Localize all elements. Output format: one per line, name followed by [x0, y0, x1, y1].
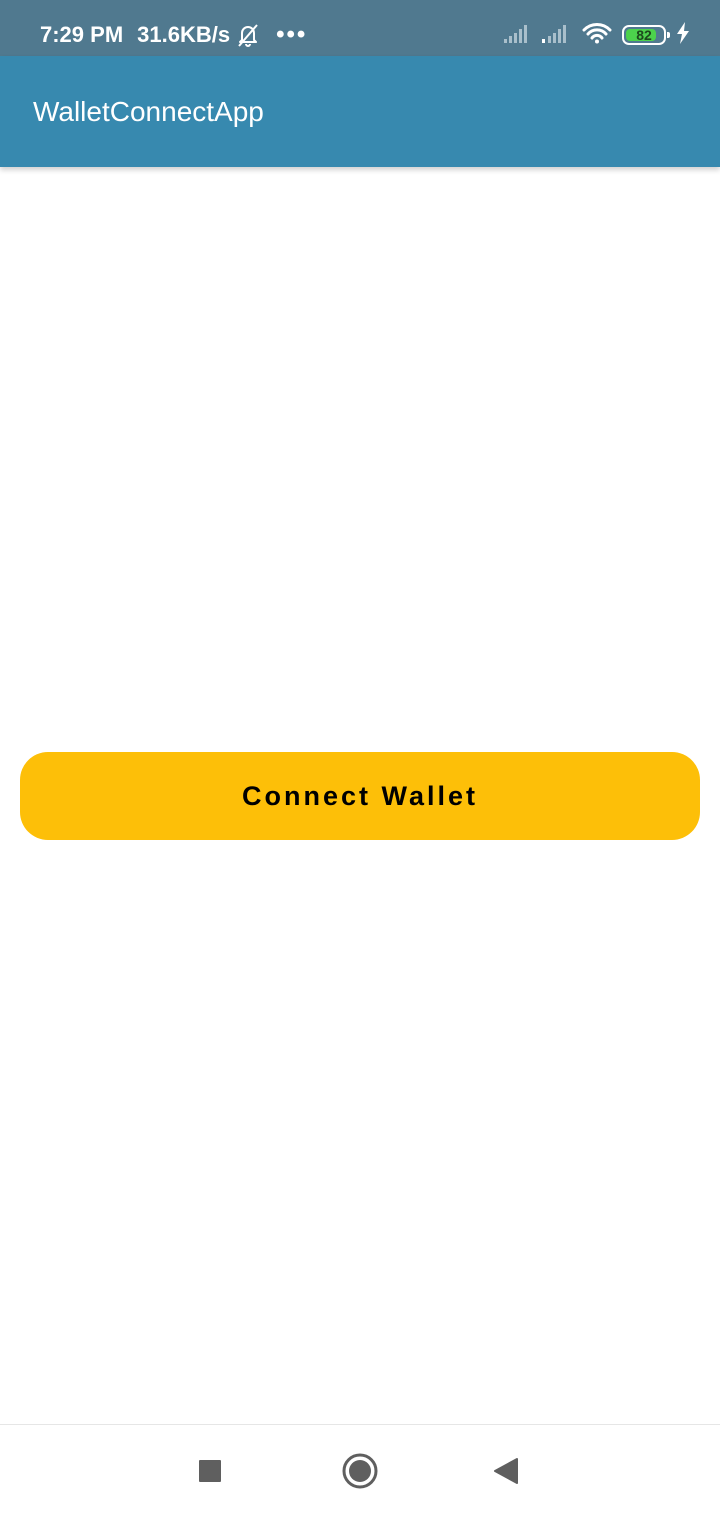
- navigation-bar: [0, 1424, 720, 1520]
- battery-level: 82: [636, 27, 652, 43]
- recents-icon: [198, 1459, 222, 1488]
- more-notifications-icon: •••: [276, 21, 308, 48]
- signal-icon: [504, 23, 532, 48]
- home-button[interactable]: [320, 1425, 400, 1520]
- app-bar: WalletConnectApp: [0, 56, 720, 167]
- charging-icon: [676, 21, 690, 49]
- home-icon: [341, 1452, 379, 1495]
- bell-off-icon: [236, 22, 260, 48]
- app-title: WalletConnectApp: [33, 95, 264, 127]
- wifi-icon: [582, 22, 612, 49]
- status-bar: 7:29 PM 31.6KB/s ••• 82: [0, 0, 720, 56]
- back-button[interactable]: [466, 1425, 546, 1520]
- battery-icon: 82: [622, 25, 670, 45]
- status-time: 7:29 PM: [40, 22, 124, 47]
- network-speed: 31.6KB/s: [137, 22, 231, 47]
- screen: 7:29 PM 31.6KB/s ••• 82 WalletConnectApp…: [0, 0, 720, 1520]
- connect-wallet-button[interactable]: Connect Wallet: [20, 752, 700, 840]
- signal-icon: [542, 23, 572, 48]
- back-icon: [493, 1457, 519, 1490]
- recents-button[interactable]: [170, 1425, 250, 1520]
